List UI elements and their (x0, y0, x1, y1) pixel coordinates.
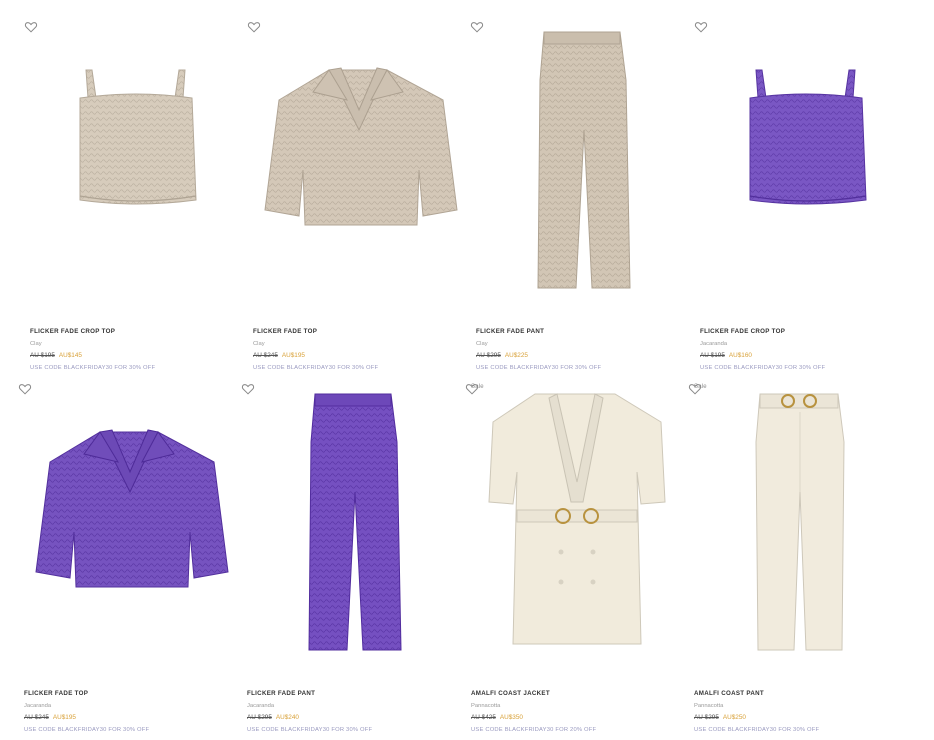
product-image[interactable]: Sale (465, 382, 688, 682)
product-name[interactable]: FLICKER FADE PANT (476, 328, 693, 335)
sale-price: AU$225 (504, 352, 528, 359)
product-image[interactable] (694, 20, 917, 320)
original-price: AU $425 (471, 714, 496, 721)
product-color: Jacaranda (24, 703, 52, 709)
product-name[interactable]: AMALFI COAST JACKET (471, 690, 688, 697)
promo-text: USE CODE BLACKFRIDAY30 FOR 30% OFF (30, 365, 156, 371)
garment-image (488, 393, 666, 645)
product-color: Jacaranda (700, 341, 728, 347)
sale-price: AU$250 (722, 714, 746, 721)
heart-outline-icon[interactable] (18, 382, 32, 396)
promo-text: USE CODE BLACKFRIDAY30 FOR 30% OFF (700, 365, 826, 371)
promo-text: USE CODE BLACKFRIDAY30 FOR 30% OFF (253, 365, 379, 371)
original-price: AU $295 (694, 714, 719, 721)
product-image[interactable] (18, 382, 241, 682)
product-image[interactable] (247, 20, 470, 320)
garment-image (749, 69, 867, 205)
price-row: AU $425 AU$350 (471, 714, 688, 721)
product-name[interactable]: FLICKER FADE TOP (24, 690, 241, 697)
product-color: Pannacotta (471, 703, 501, 709)
sale-price: AU$195 (281, 352, 305, 359)
garment-image (79, 69, 197, 205)
heart-outline-icon[interactable] (247, 20, 261, 34)
garment-image (264, 67, 458, 226)
product-image[interactable] (24, 20, 247, 320)
product-card[interactable]: FLICKER FADE TOP Clay AU $245 AU$195 USE … (247, 20, 470, 371)
heart-outline-icon[interactable] (241, 382, 255, 396)
original-price: AU $245 (253, 352, 278, 359)
promo-text: USE CODE BLACKFRIDAY30 FOR 30% OFF (476, 365, 602, 371)
heart-outline-icon[interactable] (24, 20, 38, 34)
sale-price: AU$350 (499, 714, 523, 721)
garment-image (308, 393, 402, 651)
original-price: AU $245 (24, 714, 49, 721)
product-grid: FLICKER FADE CROP TOP Clay AU $195 AU$145… (0, 0, 934, 740)
product-image[interactable] (241, 382, 464, 682)
product-card[interactable]: FLICKER FADE PANT Jacaranda AU $295 AU$24… (241, 382, 464, 733)
garment-image (755, 393, 845, 651)
sale-price: AU$195 (52, 714, 76, 721)
product-color: Jacaranda (247, 703, 275, 709)
heart-outline-icon[interactable] (688, 382, 702, 396)
product-card[interactable]: FLICKER FADE PANT Clay AU $295 AU$225 USE… (470, 20, 693, 371)
product-name[interactable]: FLICKER FADE CROP TOP (700, 328, 917, 335)
heart-outline-icon[interactable] (470, 20, 484, 34)
price-row: AU $295 AU$240 (247, 714, 464, 721)
product-color: Clay (476, 341, 488, 347)
price-row: AU $245 AU$195 (253, 352, 470, 359)
garment-image (537, 31, 631, 289)
price-row: AU $195 AU$160 (700, 352, 917, 359)
product-image[interactable]: Sale (688, 382, 911, 682)
original-price: AU $295 (476, 352, 501, 359)
price-row: AU $295 AU$225 (476, 352, 693, 359)
product-card[interactable]: FLICKER FADE CROP TOP Clay AU $195 AU$145… (24, 20, 247, 371)
product-card[interactable]: FLICKER FADE TOP Jacaranda AU $245 AU$195… (18, 382, 241, 733)
product-name[interactable]: FLICKER FADE TOP (253, 328, 470, 335)
product-name[interactable]: FLICKER FADE PANT (247, 690, 464, 697)
sale-price: AU$160 (728, 352, 752, 359)
original-price: AU $295 (247, 714, 272, 721)
promo-text: USE CODE BLACKFRIDAY30 FOR 30% OFF (247, 727, 373, 733)
price-row: AU $195 AU$145 (30, 352, 247, 359)
original-price: AU $195 (30, 352, 55, 359)
original-price: AU $195 (700, 352, 725, 359)
product-card[interactable]: Sale AMALFI COAST PANT Pannacotta AU $29… (688, 382, 911, 733)
price-row: AU $245 AU$195 (24, 714, 241, 721)
product-name[interactable]: FLICKER FADE CROP TOP (30, 328, 247, 335)
sale-price: AU$145 (58, 352, 82, 359)
promo-text: USE CODE BLACKFRIDAY30 FOR 20% OFF (471, 727, 597, 733)
price-row: AU $295 AU$250 (694, 714, 911, 721)
garment-image (35, 429, 229, 588)
product-name[interactable]: AMALFI COAST PANT (694, 690, 911, 697)
product-image[interactable] (470, 20, 693, 320)
product-color: Clay (30, 341, 42, 347)
promo-text: USE CODE BLACKFRIDAY30 FOR 30% OFF (24, 727, 150, 733)
product-card[interactable]: Sale AMALFI COAST JACKET Pannacotta AU $… (465, 382, 688, 733)
product-color: Pannacotta (694, 703, 724, 709)
sale-price: AU$240 (275, 714, 299, 721)
product-color: Clay (253, 341, 265, 347)
promo-text: USE CODE BLACKFRIDAY30 FOR 30% OFF (694, 727, 820, 733)
heart-outline-icon[interactable] (694, 20, 708, 34)
product-card[interactable]: FLICKER FADE CROP TOP Jacaranda AU $195 A… (694, 20, 917, 371)
heart-outline-icon[interactable] (465, 382, 479, 396)
